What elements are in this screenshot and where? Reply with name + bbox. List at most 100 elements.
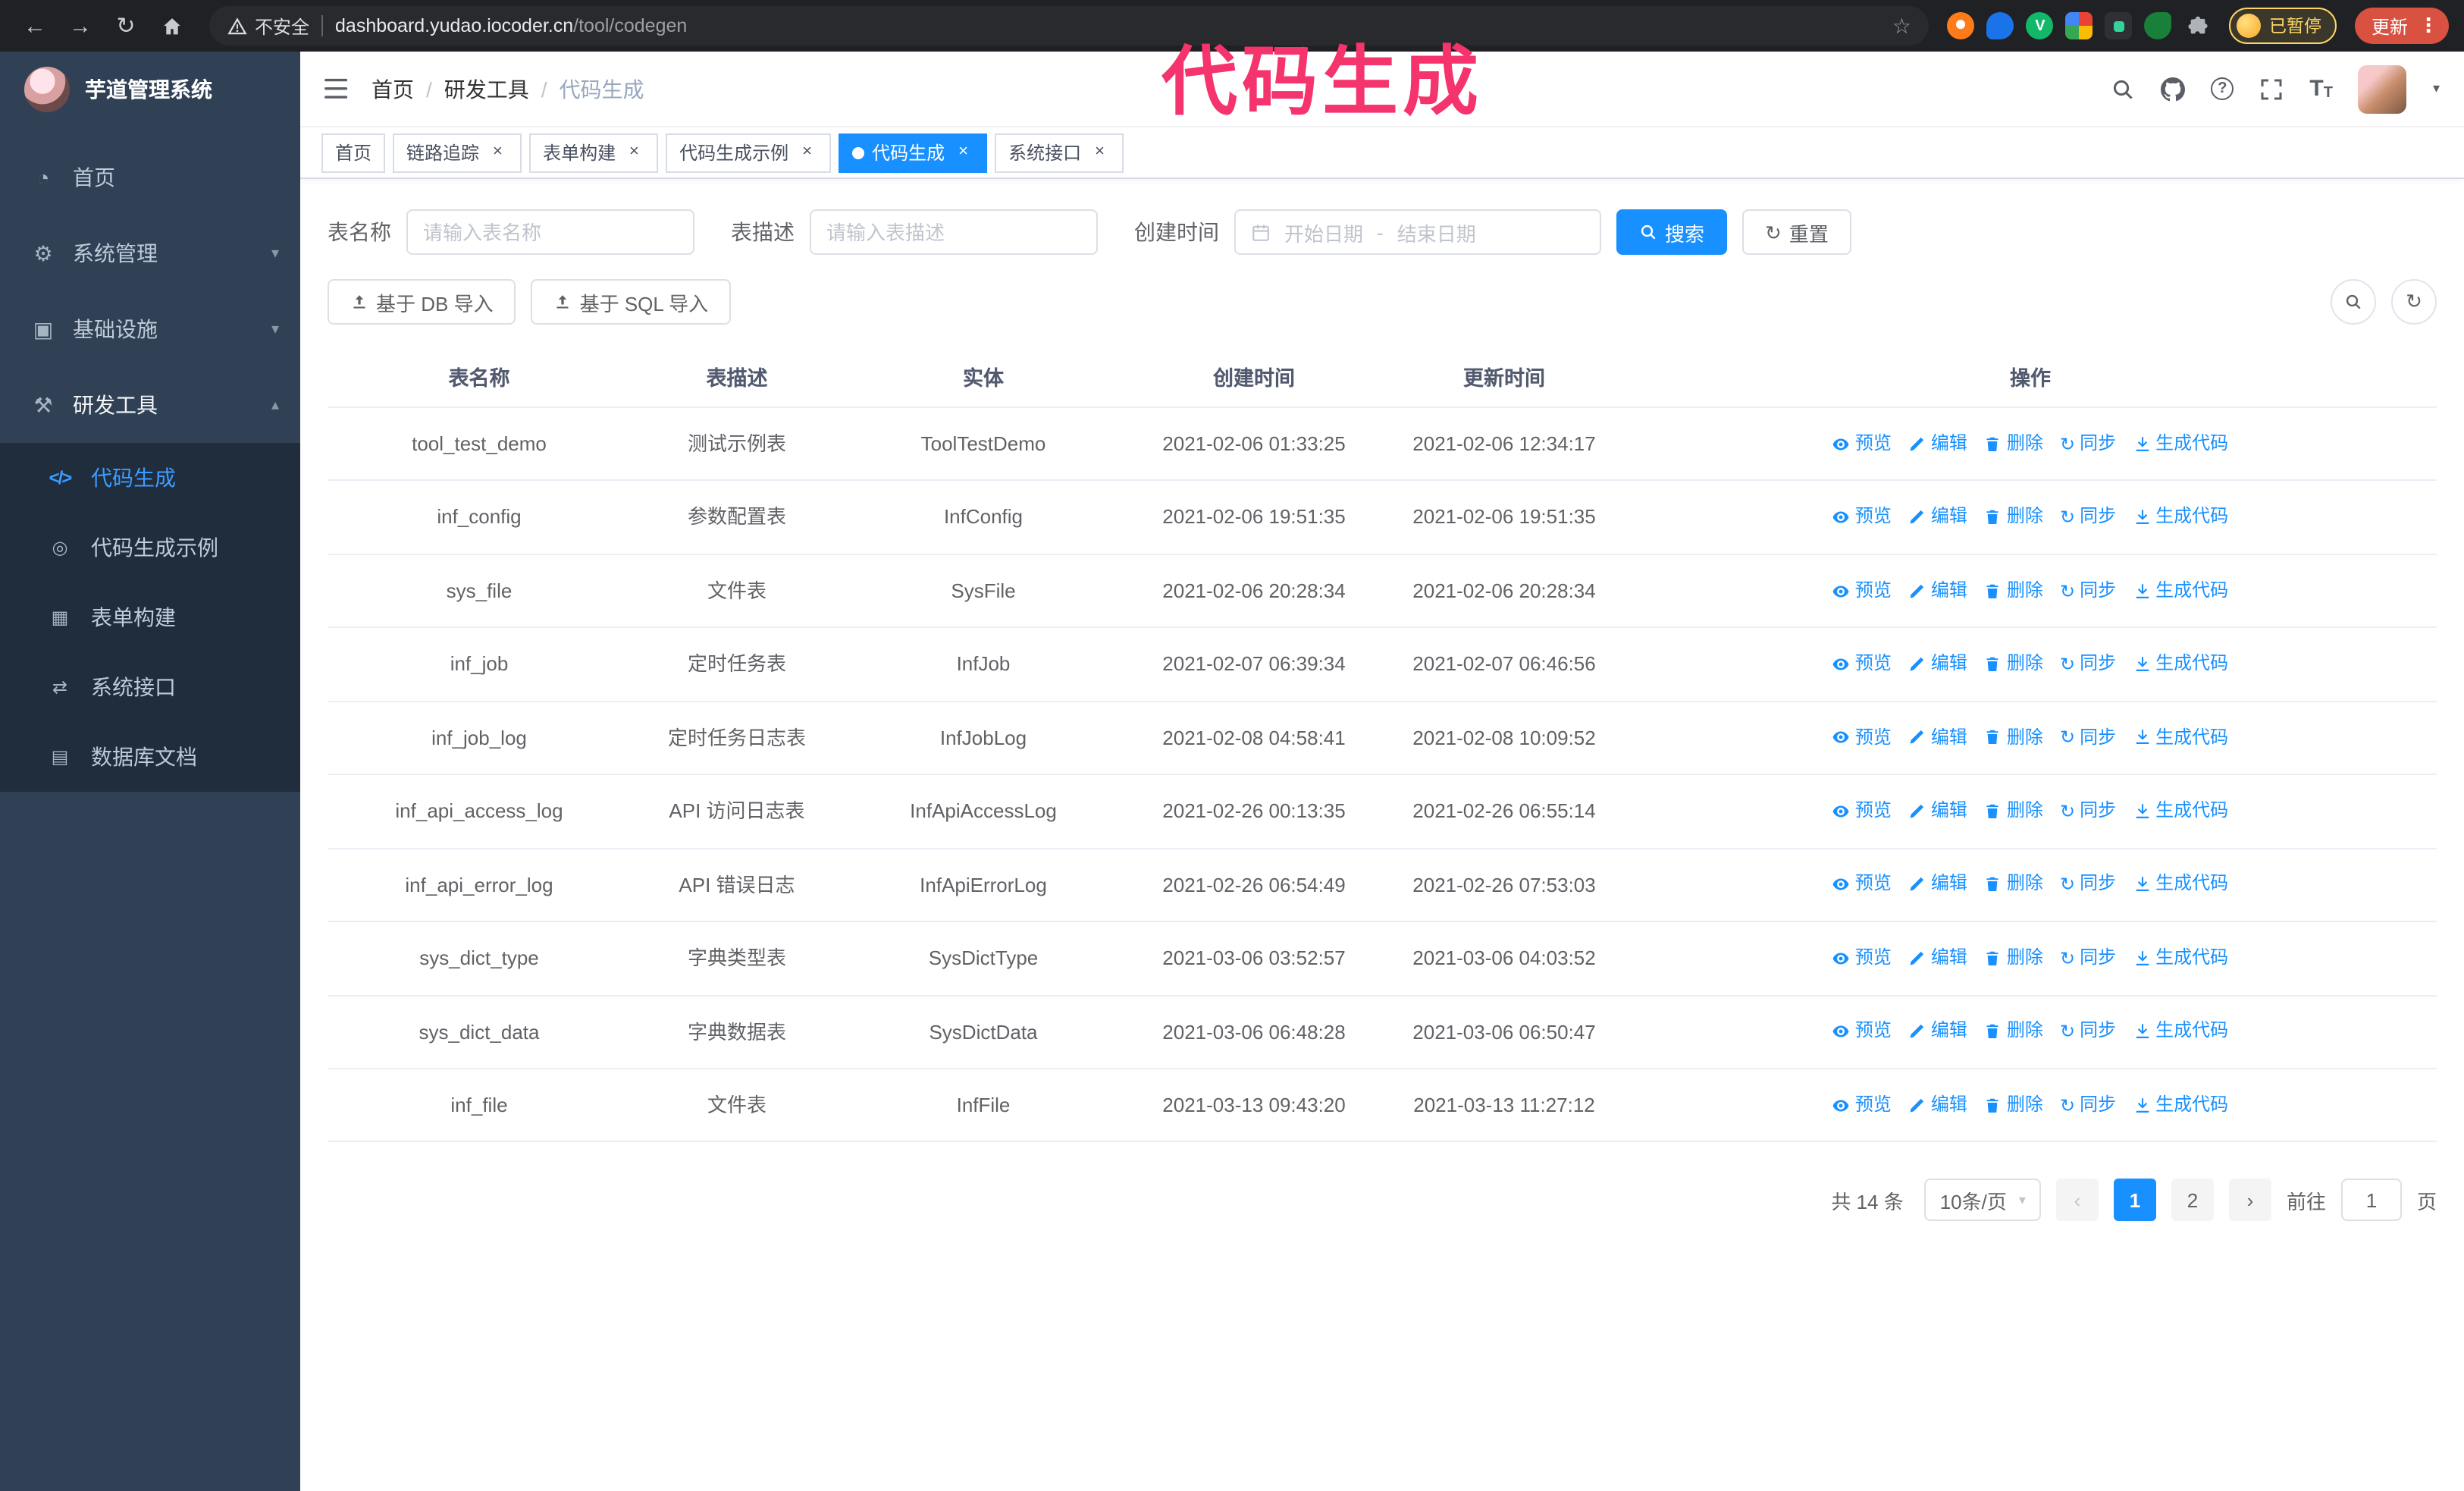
delete-link[interactable]: 删除: [1984, 870, 2043, 900]
extension-leaf-icon[interactable]: [2144, 12, 2172, 39]
extension-fox-icon[interactable]: [1947, 12, 1975, 39]
goto-page-input[interactable]: [2340, 1179, 2402, 1222]
security-chip[interactable]: 不安全: [227, 13, 309, 39]
generate-code-link[interactable]: 生成代码: [2133, 1091, 2228, 1121]
generate-code-link[interactable]: 生成代码: [2133, 576, 2228, 606]
home-icon[interactable]: [152, 6, 191, 46]
font-size-icon[interactable]: TT: [2309, 76, 2333, 102]
edit-link[interactable]: 编辑: [1908, 1017, 1967, 1047]
delete-link[interactable]: 删除: [1984, 723, 2043, 753]
generate-code-link[interactable]: 生成代码: [2133, 1017, 2228, 1047]
logo[interactable]: 芋道管理系统: [0, 52, 300, 127]
generate-code-link[interactable]: 生成代码: [2133, 503, 2228, 533]
hamburger-icon[interactable]: [324, 77, 350, 100]
profile-paused-badge[interactable]: 已暂停: [2229, 8, 2337, 44]
date-range-input[interactable]: 开始日期 - 结束日期: [1234, 209, 1601, 255]
delete-link[interactable]: 删除: [1984, 649, 2043, 680]
edit-link[interactable]: 编辑: [1908, 943, 1967, 974]
sidebar-item-db-doc[interactable]: ▤ 数据库文档: [0, 722, 300, 792]
preview-link[interactable]: 预览: [1832, 1091, 1892, 1121]
sidebar-item-codegen[interactable]: </> 代码生成: [0, 443, 300, 513]
import-db-button[interactable]: 基于 DB 导入: [328, 279, 516, 325]
sync-link[interactable]: ↻ 同步: [2060, 870, 2116, 900]
help-icon[interactable]: ?: [2211, 77, 2234, 100]
generate-code-link[interactable]: 生成代码: [2133, 649, 2228, 680]
sync-link[interactable]: ↻ 同步: [2060, 796, 2116, 827]
preview-link[interactable]: 预览: [1832, 503, 1892, 533]
bookmark-star-icon[interactable]: ☆: [1892, 13, 1911, 39]
sync-link[interactable]: ↻ 同步: [2060, 649, 2116, 680]
search-button[interactable]: 搜索: [1616, 209, 1728, 255]
delete-link[interactable]: 删除: [1984, 429, 2043, 460]
caret-down-icon[interactable]: ▾: [2433, 80, 2440, 97]
reset-button[interactable]: ↻ 重置: [1742, 209, 1851, 255]
back-icon[interactable]: ←: [15, 6, 55, 46]
edit-link[interactable]: 编辑: [1908, 503, 1967, 533]
page-button-2[interactable]: 2: [2171, 1179, 2214, 1222]
breadcrumb-devtools[interactable]: 研发工具: [444, 74, 529, 104]
edit-link[interactable]: 编辑: [1908, 870, 1967, 900]
close-icon[interactable]: ×: [1089, 142, 1110, 163]
preview-link[interactable]: 预览: [1832, 429, 1892, 460]
tab[interactable]: 表单构建 ×: [529, 133, 659, 172]
delete-link[interactable]: 删除: [1984, 796, 2043, 827]
generate-code-link[interactable]: 生成代码: [2133, 943, 2228, 974]
extension-drop-icon[interactable]: [1986, 12, 2014, 39]
github-icon[interactable]: [2161, 77, 2186, 101]
chrome-update-button[interactable]: 更新 ⋮: [2354, 8, 2449, 44]
preview-link[interactable]: 预览: [1832, 576, 1892, 606]
search-icon[interactable]: [2111, 77, 2135, 101]
preview-link[interactable]: 预览: [1832, 943, 1892, 974]
preview-link[interactable]: 预览: [1832, 649, 1892, 680]
sidebar-item-codegen-example[interactable]: ◎ 代码生成示例: [0, 513, 300, 582]
sync-link[interactable]: ↻ 同步: [2060, 503, 2116, 533]
close-icon[interactable]: ×: [952, 142, 973, 163]
table-desc-input[interactable]: [810, 209, 1098, 255]
generate-code-link[interactable]: 生成代码: [2133, 796, 2228, 827]
table-name-input[interactable]: [406, 209, 694, 255]
breadcrumb-home[interactable]: 首页: [371, 74, 414, 104]
edit-link[interactable]: 编辑: [1908, 576, 1967, 606]
extension-terminal-icon[interactable]: [2105, 12, 2133, 39]
sync-link[interactable]: ↻ 同步: [2060, 1017, 2116, 1047]
tab[interactable]: 代码生成 ×: [839, 133, 988, 172]
forward-icon[interactable]: →: [61, 6, 100, 46]
close-icon[interactable]: ×: [796, 142, 817, 163]
sidebar-item-system[interactable]: ⚙ 系统管理 ▾: [0, 215, 300, 291]
extension-grid-icon[interactable]: [2065, 12, 2093, 39]
page-button-1[interactable]: 1: [2113, 1179, 2156, 1222]
delete-link[interactable]: 删除: [1984, 1017, 2043, 1047]
import-sql-button[interactable]: 基于 SQL 导入: [531, 279, 732, 325]
delete-link[interactable]: 删除: [1984, 1091, 2043, 1121]
generate-code-link[interactable]: 生成代码: [2133, 429, 2228, 460]
preview-link[interactable]: 预览: [1832, 870, 1892, 900]
generate-code-link[interactable]: 生成代码: [2133, 870, 2228, 900]
preview-link[interactable]: 预览: [1832, 1017, 1892, 1047]
sync-link[interactable]: ↻ 同步: [2060, 429, 2116, 460]
fullscreen-icon[interactable]: [2259, 77, 2284, 101]
show-search-button[interactable]: [2331, 279, 2376, 325]
edit-link[interactable]: 编辑: [1908, 723, 1967, 753]
sidebar-item-devtools[interactable]: ⚒ 研发工具 ▴: [0, 367, 300, 443]
sync-link[interactable]: ↻ 同步: [2060, 723, 2116, 753]
reload-icon[interactable]: ↻: [106, 6, 146, 46]
user-avatar[interactable]: [2358, 64, 2407, 113]
preview-link[interactable]: 预览: [1832, 796, 1892, 827]
prev-page-button[interactable]: ‹: [2055, 1179, 2099, 1222]
delete-link[interactable]: 删除: [1984, 503, 2043, 533]
preview-link[interactable]: 预览: [1832, 723, 1892, 753]
tab[interactable]: 链路追踪 ×: [393, 133, 522, 172]
tab[interactable]: 系统接口 ×: [995, 133, 1124, 172]
sync-link[interactable]: ↻ 同步: [2060, 1091, 2116, 1121]
sync-link[interactable]: ↻ 同步: [2060, 576, 2116, 606]
refresh-table-button[interactable]: ↻: [2391, 279, 2437, 325]
close-icon[interactable]: ×: [487, 142, 508, 163]
delete-link[interactable]: 删除: [1984, 576, 2043, 606]
sidebar-item-form-builder[interactable]: ▦ 表单构建: [0, 582, 300, 652]
close-icon[interactable]: ×: [623, 142, 644, 163]
edit-link[interactable]: 编辑: [1908, 1091, 1967, 1121]
sidebar-item-system-api[interactable]: ⇄ 系统接口: [0, 652, 300, 722]
generate-code-link[interactable]: 生成代码: [2133, 723, 2228, 753]
sync-link[interactable]: ↻ 同步: [2060, 943, 2116, 974]
sidebar-item-home[interactable]: ◔ 首页: [0, 140, 300, 215]
